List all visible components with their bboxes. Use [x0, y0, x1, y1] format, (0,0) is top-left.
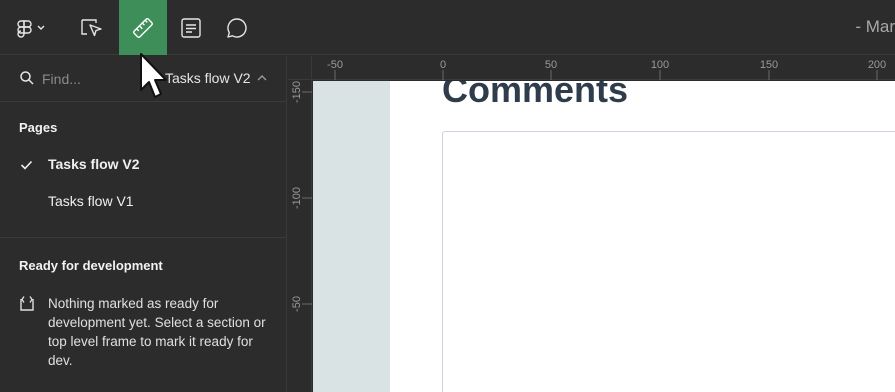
- toolbar: - Mar: [0, 0, 895, 55]
- page-picker[interactable]: Tasks flow V2: [165, 70, 251, 86]
- sidebar-divider: [0, 237, 287, 238]
- page-item-tasks-flow-v2[interactable]: Tasks flow V2: [0, 148, 287, 180]
- move-tool-button[interactable]: [70, 0, 114, 55]
- ready-for-dev-message: Nothing marked as ready for development …: [48, 296, 266, 368]
- comment-icon: [227, 17, 247, 38]
- ruler-label: 150: [760, 59, 778, 71]
- frame[interactable]: Comments: [390, 81, 895, 392]
- ready-for-dev-heading: Ready for development: [19, 258, 163, 273]
- page-item-label: Tasks flow V1: [48, 193, 134, 209]
- pages-heading: Pages: [19, 120, 58, 135]
- ruler-label: 200: [868, 59, 886, 71]
- chevron-up-icon[interactable]: [256, 74, 268, 82]
- vertical-ruler: -150 -100 -50: [288, 56, 312, 392]
- notes-button[interactable]: [168, 0, 214, 55]
- figma-logo-icon: [17, 19, 45, 38]
- check-icon: [20, 160, 33, 170]
- comment-button[interactable]: [214, 0, 260, 55]
- ruler-label: 100: [651, 59, 669, 71]
- frame-title: Comments: [442, 81, 629, 110]
- search-input[interactable]: [42, 68, 142, 90]
- search-icon: [20, 71, 34, 85]
- chevron-down-icon: [37, 25, 45, 30]
- move-tool-icon: [81, 18, 102, 36]
- design-canvas[interactable]: Comments: [313, 81, 895, 392]
- ruler-label: -50: [291, 296, 303, 312]
- ruler-label: -150: [291, 81, 303, 103]
- left-sidebar: Tasks flow V2 Pages Tasks flow V2 Tasks …: [0, 56, 287, 392]
- ruler-label: 0: [440, 59, 446, 71]
- comment-container[interactable]: [442, 131, 895, 392]
- notes-icon: [181, 17, 201, 38]
- ruler-label: -100: [291, 187, 303, 209]
- ruler-label: -50: [327, 59, 343, 71]
- ruler-corner: [288, 56, 312, 80]
- ready-for-dev-icon: [20, 296, 34, 311]
- ruler-label: 50: [545, 59, 557, 71]
- dev-mode-button[interactable]: [119, 0, 167, 55]
- main-menu-button[interactable]: [8, 0, 54, 55]
- page-item-label: Tasks flow V2: [48, 156, 140, 172]
- mouse-cursor-icon: [140, 53, 167, 98]
- page-item-tasks-flow-v1[interactable]: Tasks flow V1: [0, 185, 287, 217]
- ruler-icon: [133, 17, 153, 38]
- horizontal-ruler: -50 0 50 100 150 200: [288, 56, 895, 80]
- file-title[interactable]: - Mar: [855, 17, 895, 37]
